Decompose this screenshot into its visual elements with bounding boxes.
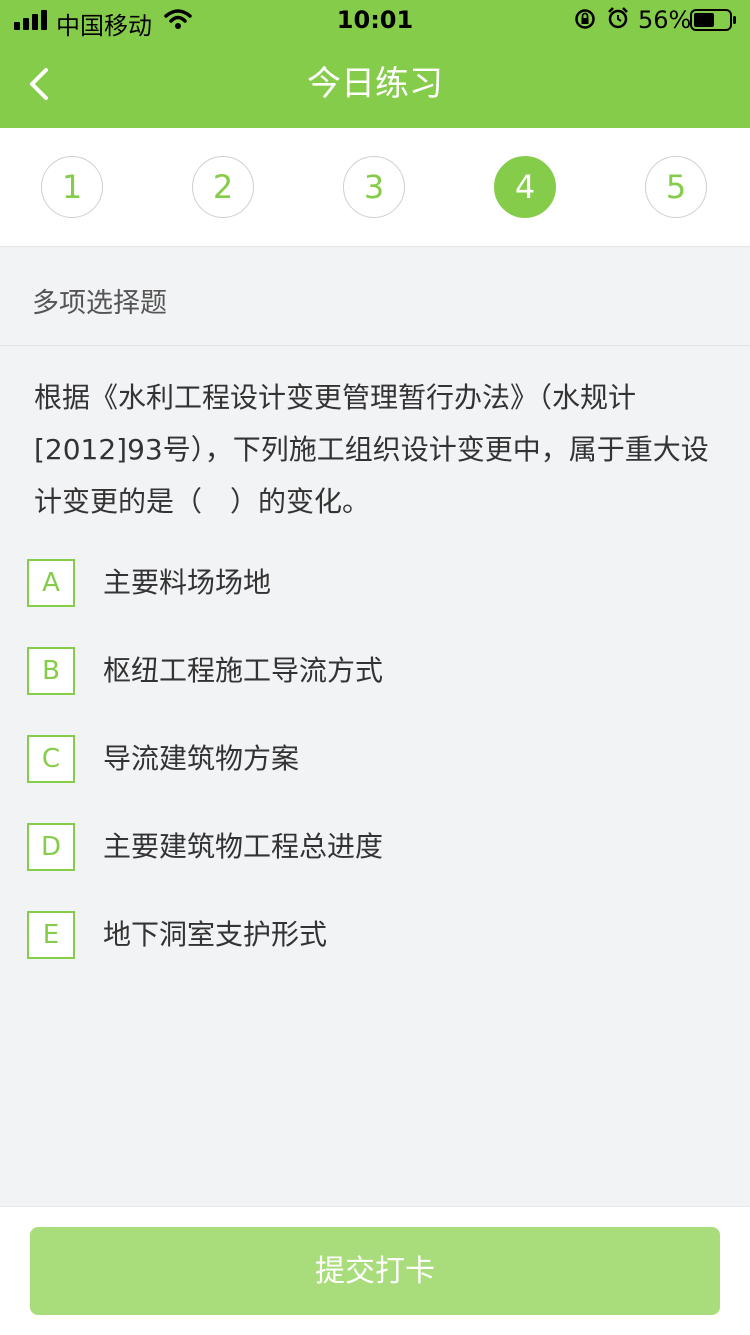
option-letter[interactable]: C: [27, 735, 75, 783]
option-c[interactable]: C 导流建筑物方案: [27, 735, 717, 783]
option-letter[interactable]: E: [27, 911, 75, 959]
question-tab-1[interactable]: 1: [41, 156, 103, 218]
rotation-lock-icon: [575, 9, 595, 29]
option-b[interactable]: B 枢纽工程施工导流方式: [27, 647, 717, 695]
option-letter[interactable]: B: [27, 647, 75, 695]
question-tab-4[interactable]: 4: [494, 156, 556, 218]
alarm-icon: [608, 7, 628, 29]
option-text: 枢纽工程施工导流方式: [103, 654, 384, 687]
question-tabs: 1 2 3 4 5: [0, 128, 750, 247]
question-tab-3[interactable]: 3: [343, 156, 405, 218]
app-header: 中国移动 10:01 56% 今日练习: [0, 0, 750, 128]
footer-bar: 提交打卡: [0, 1206, 750, 1335]
question-type-label: 多项选择题: [32, 288, 167, 319]
option-text: 主要建筑物工程总进度: [103, 830, 384, 863]
battery-percentage: 56%: [638, 6, 692, 34]
battery-icon: [690, 9, 736, 31]
option-letter[interactable]: A: [27, 559, 75, 607]
question-tab-2[interactable]: 2: [192, 156, 254, 218]
option-text: 主要料场场地: [103, 566, 272, 599]
option-d[interactable]: D 主要建筑物工程总进度: [27, 823, 717, 871]
option-e[interactable]: E 地下洞室支护形式: [27, 911, 717, 959]
option-text: 导流建筑物方案: [103, 742, 300, 775]
status-bar: 中国移动 10:01 56%: [0, 0, 750, 40]
option-a[interactable]: A 主要料场场地: [27, 559, 717, 607]
question-tab-5[interactable]: 5: [645, 156, 707, 218]
submit-button[interactable]: 提交打卡: [30, 1227, 720, 1315]
option-letter[interactable]: D: [27, 823, 75, 871]
question-text: 根据《水利工程设计变更管理暂行办法》（水规计[2012]93号），下列施工组织设…: [34, 381, 709, 518]
page-title: 今日练习: [307, 64, 443, 104]
question-type-bar: 多项选择题: [0, 247, 750, 346]
option-text: 地下洞室支护形式: [103, 918, 328, 951]
